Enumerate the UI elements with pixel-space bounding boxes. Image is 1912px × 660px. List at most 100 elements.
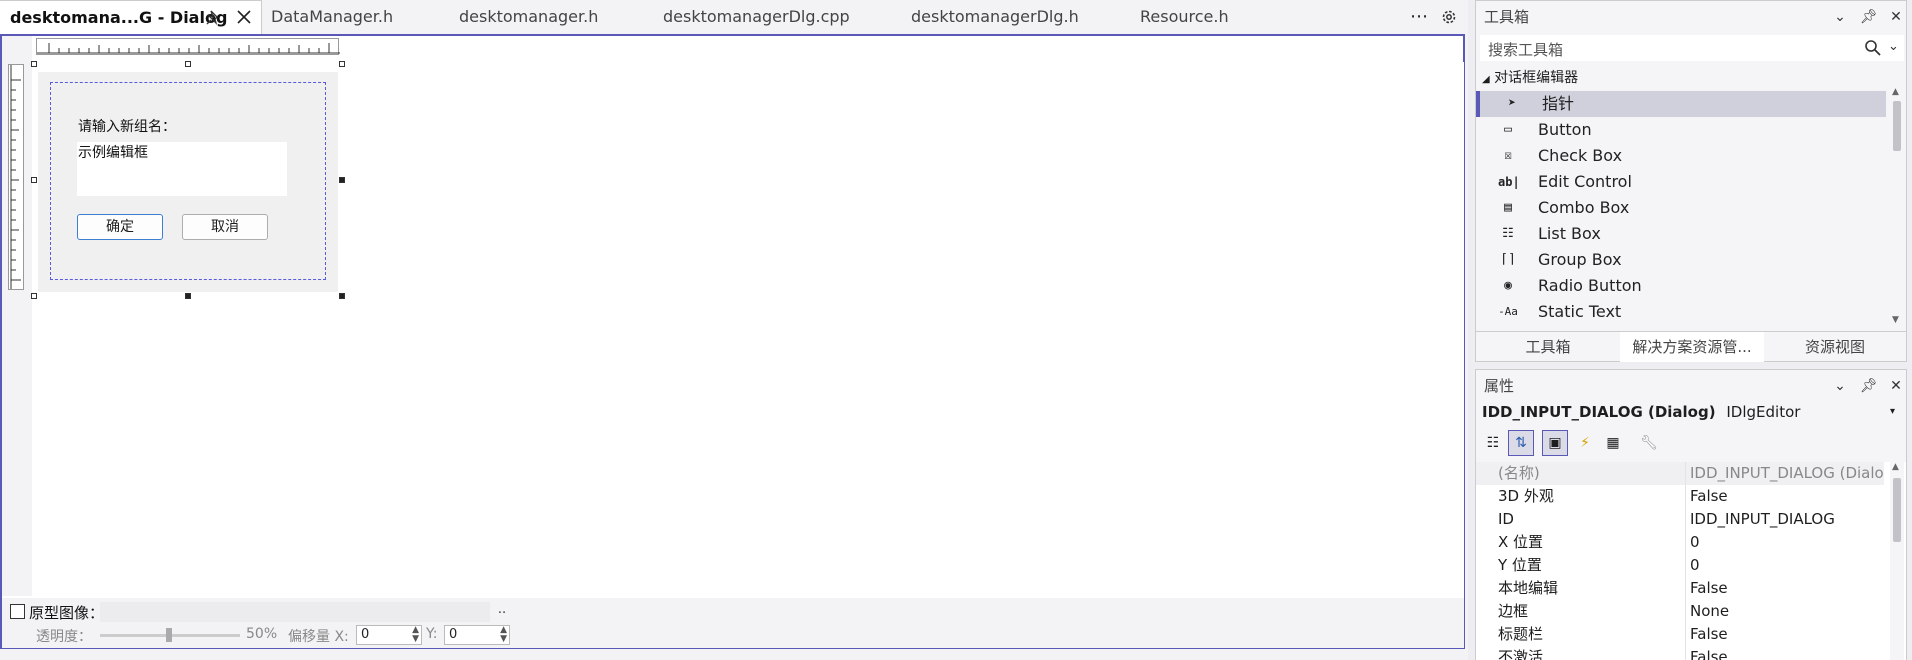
radio-icon: ◉ [1504,278,1512,293]
gear-icon[interactable] [1440,8,1458,26]
ok-button[interactable]: 确定 [77,214,163,240]
opacity-slider-thumb[interactable] [166,628,172,642]
property-scroll-thumb[interactable] [1893,478,1901,542]
properties-icon[interactable]: ▣ [1542,430,1568,456]
close-icon[interactable] [236,1,252,35]
toolbox-search[interactable]: 搜索工具箱 ⌄ [1480,35,1904,61]
property-row[interactable]: Y 位置 0 [1476,554,1884,577]
toolbox-item-radio-button[interactable]: ◉ Radio Button [1476,273,1886,299]
prototype-image-checkbox[interactable] [10,604,25,619]
tab-desktomanager-h[interactable]: desktomanager.h [459,0,598,34]
property-row[interactable]: X 位置 0 [1476,531,1884,554]
property-value[interactable]: False [1685,623,1883,646]
toolbox-item-label: List Box [1538,224,1601,243]
resize-handle[interactable] [31,293,37,299]
tab-dialog[interactable]: desktomana...G - Dialog [0,0,262,34]
property-row[interactable]: ID IDD_INPUT_DIALOG [1476,508,1884,531]
property-value[interactable]: IDD_INPUT_DIALOG [1685,508,1883,531]
property-row[interactable]: 不激活 False [1476,646,1884,660]
toolbox-item-static-text[interactable]: -Aa Static Text [1476,299,1886,323]
search-icon[interactable] [1864,39,1882,57]
opacity-slider-track[interactable] [100,628,240,642]
resize-handle[interactable] [185,293,191,299]
tab-toolbox[interactable]: 工具箱 [1476,332,1620,362]
offset-x-input[interactable]: 0 ▲ ▼ [356,625,422,645]
close-icon[interactable]: ✕ [1888,9,1904,25]
tab-resource-view[interactable]: 资源视图 [1764,332,1906,362]
property-row[interactable]: 本地编辑 False [1476,577,1884,600]
opacity-value: 50% [246,626,278,642]
cancel-button[interactable]: 取消 [182,214,268,240]
tab-resource-h[interactable]: Resource.h [1140,0,1229,34]
resize-handle[interactable] [339,293,345,299]
property-object-selector[interactable]: IDD_INPUT_DIALOG (Dialog) IDlgEditor [1482,403,1800,421]
property-value[interactable]: False [1685,646,1883,660]
toolbox-scrollbar[interactable]: ▲ ▼ [1890,87,1904,329]
property-scrollbar[interactable]: ▲ [1890,462,1904,660]
resize-handle[interactable] [339,61,345,67]
toolbox-item-edit-control[interactable]: ab| Edit Control [1476,169,1886,195]
toolbox-item-group-box[interactable]: ⌈⌉ Group Box [1476,247,1886,273]
categorized-icon[interactable]: ☷ [1480,430,1506,456]
property-row[interactable]: 边框 None [1476,600,1884,623]
property-value[interactable]: 0 [1685,554,1883,577]
group-name-prompt-label[interactable]: 请输入新组名： [78,116,176,136]
chevron-down-icon[interactable]: ▾ [1890,406,1895,417]
toolbox-item-combo-box[interactable]: ▤ Combo Box [1476,195,1886,221]
offset-y-input[interactable]: 0 ▲ ▼ [444,625,510,645]
close-icon[interactable]: ✕ [1888,378,1904,394]
property-value[interactable]: None [1685,600,1883,623]
offset-x-value: 0 [361,627,370,642]
tab-datamanager-h[interactable]: DataManager.h [271,0,393,34]
spin-arrows-icon[interactable]: ▲ ▼ [500,626,507,644]
object-type: IDlgEditor [1726,403,1801,421]
toolbox-item-pointer[interactable]: ➤ 指针 [1476,91,1886,117]
chevron-down-icon[interactable]: ⌄ [1832,378,1848,394]
tab-desktomanagerdlg-cpp[interactable]: desktomanagerDlg.cpp [663,0,850,34]
prototype-image-bar: 原型图像： .. 透明度： 50% 偏移量 X: 0 ▲ ▼ Y: 0 ▲ ▼ [2,598,1464,648]
toolbox-group-label: 对话框编辑器 [1494,70,1579,86]
property-row[interactable]: 3D 外观 False [1476,485,1884,508]
tab-overflow-button[interactable]: ⋯ [1410,0,1428,34]
chevron-down-icon[interactable]: ⌄ [1888,39,1899,54]
events-icon[interactable]: ⚡ [1572,430,1598,456]
tab-desktomanagerdlg-h[interactable]: desktomanagerDlg.h [911,0,1079,34]
offset-x-label: 偏移量 X: [288,629,349,645]
resize-handle[interactable] [185,61,191,67]
object-name: IDD_INPUT_DIALOG (Dialog) [1482,403,1716,421]
browse-button[interactable]: .. [492,602,512,622]
toolbox-item-list-box[interactable]: ☷ List Box [1476,221,1886,247]
toolbox-item-button[interactable]: ▭ Button [1476,117,1886,143]
pin-icon[interactable]: 📌︎ [1860,378,1878,394]
resize-handle[interactable] [31,61,37,67]
toolbox-item-label: Check Box [1538,146,1623,165]
toolbox-group-header[interactable]: ◢ 对话框编辑器 [1482,67,1578,87]
property-row[interactable]: 标题栏 False [1476,623,1884,646]
property-pages-icon[interactable]: 🔧︎ [1636,430,1662,456]
combobox-icon: ▤ [1504,200,1512,215]
tab-solution-explorer[interactable]: 解决方案资源管... [1620,332,1764,362]
scroll-down-icon[interactable]: ▼ [1892,315,1899,325]
spin-arrows-icon[interactable]: ▲ ▼ [412,626,419,644]
toolbox-item-label: Group Box [1538,250,1622,269]
resize-handle[interactable] [31,177,37,183]
messages-icon[interactable]: ▦ [1600,430,1626,456]
scroll-up-icon[interactable]: ▲ [1892,462,1899,472]
property-value[interactable]: 0 [1685,531,1883,554]
toolbox-panel: 工具箱 ⌄ 📌︎ ✕ 搜索工具箱 ⌄ ◢ 对话框编辑器 ➤ 指针 ▭ Butto… [1475,0,1907,362]
offset-y-label: Y: [426,626,438,642]
alphabetical-icon[interactable]: ⇅ [1508,430,1534,456]
property-row[interactable]: (名称) IDD_INPUT_DIALOG (Dialog [1476,462,1884,485]
chevron-down-icon[interactable]: ⌄ [1832,9,1848,25]
resize-handle[interactable] [339,177,345,183]
pin-icon[interactable]: 📌︎ [1860,9,1878,25]
toolbox-scroll-thumb[interactable] [1893,101,1901,151]
property-value[interactable]: False [1685,577,1883,600]
property-value[interactable]: False [1685,485,1883,508]
group-name-edit[interactable]: 示例编辑框 [77,142,287,196]
horizontal-ruler [36,38,340,55]
scroll-up-icon[interactable]: ▲ [1892,87,1899,97]
pin-icon[interactable] [206,1,222,35]
prototype-path-field[interactable] [100,602,490,622]
toolbox-item-checkbox[interactable]: ☒ Check Box [1476,143,1886,169]
